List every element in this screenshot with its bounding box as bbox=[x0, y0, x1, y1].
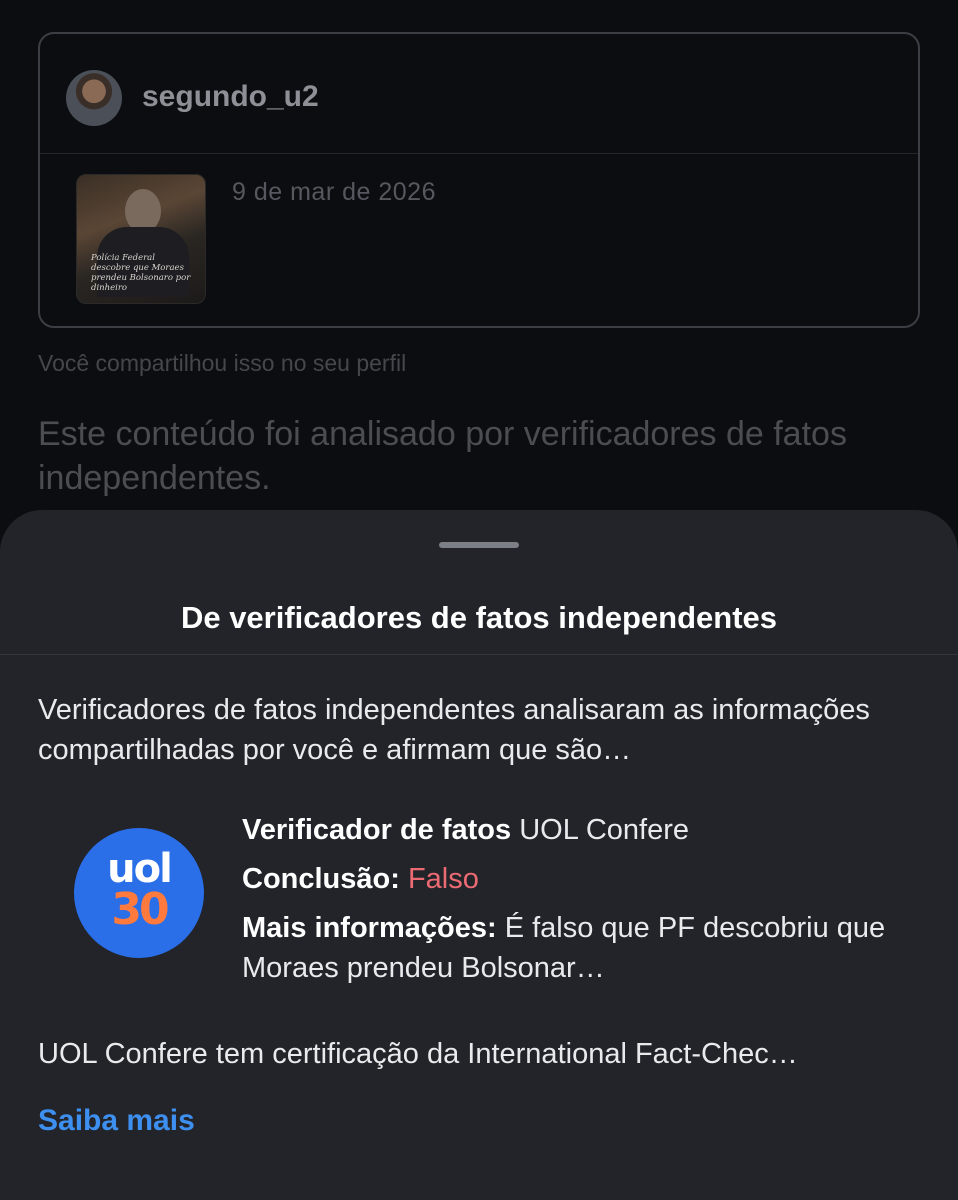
checker-label: Verificador de fatos bbox=[242, 814, 512, 846]
thumbnail-caption: Polícia Federal descobre que Moraes pren… bbox=[91, 253, 191, 293]
background-post-area: segundo_u2 Polícia Federal descobre que … bbox=[0, 0, 958, 560]
logo-text-30: 30 bbox=[111, 884, 169, 935]
post-thumbnail[interactable]: Polícia Federal descobre que Moraes pren… bbox=[76, 174, 206, 304]
learn-more-link[interactable]: Saiba mais bbox=[38, 1104, 195, 1138]
checker-value: UOL Confere bbox=[519, 814, 689, 846]
analyzed-note: Este conteúdo foi analisado por verifica… bbox=[38, 415, 847, 497]
certification-text: UOL Confere tem certificação da Internat… bbox=[38, 1038, 798, 1070]
username[interactable]: segundo_u2 bbox=[142, 80, 319, 114]
shared-note: Você compartilhou isso no seu perfil bbox=[38, 350, 407, 376]
sheet-title: De verificadores de fatos independentes bbox=[180, 600, 778, 635]
page: segundo_u2 Polícia Federal descobre que … bbox=[0, 0, 958, 1200]
sheet-drag-handle[interactable] bbox=[439, 542, 519, 548]
fact-check-details: Verificador de fatos UOL Confere Conclus… bbox=[242, 810, 932, 997]
conclusion-value: Falso bbox=[407, 863, 479, 895]
post-date: 9 de mar de 2026 bbox=[232, 178, 436, 206]
post-header: segundo_u2 bbox=[40, 34, 918, 154]
conclusion-label: Conclusão: bbox=[242, 863, 400, 895]
sheet-intro-text: Verificadores de fatos independentes ana… bbox=[38, 694, 870, 766]
divider bbox=[0, 654, 958, 655]
avatar[interactable] bbox=[66, 70, 122, 126]
uol-logo-icon: uol 30 bbox=[74, 828, 204, 958]
more-info-label: Mais informações: bbox=[242, 912, 497, 944]
fact-check-bottom-sheet: De verificadores de fatos independentes … bbox=[0, 510, 958, 1200]
conclusion-row: Conclusão: Falso bbox=[242, 859, 932, 899]
checker-row: Verificador de fatos UOL Confere bbox=[242, 810, 932, 850]
shared-post-card[interactable]: segundo_u2 Polícia Federal descobre que … bbox=[38, 32, 920, 328]
more-info-row: Mais informações: É falso que PF descobr… bbox=[242, 908, 932, 988]
